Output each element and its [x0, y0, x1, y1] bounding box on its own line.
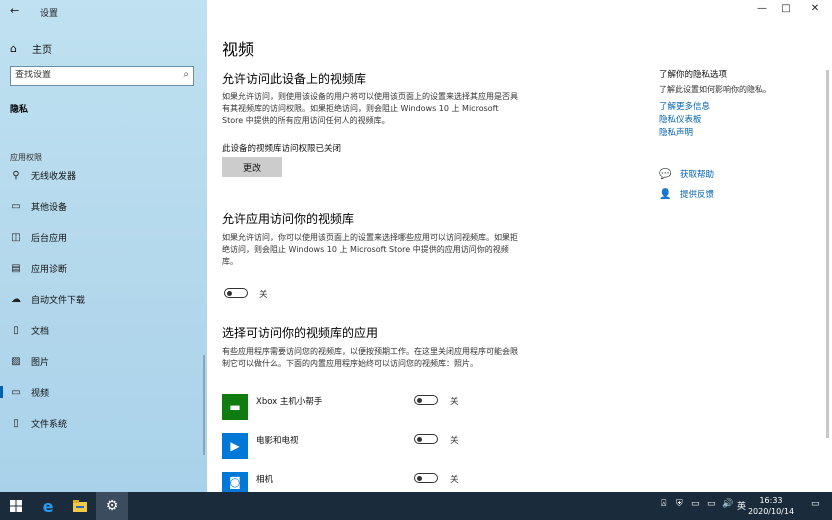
home-icon: ⌂ [10, 41, 17, 55]
file-system-icon: ▯ [13, 417, 19, 429]
sidebar-item-pictures[interactable]: ▨ 图片 [0, 351, 207, 371]
feedback-icon: 👤 [659, 188, 672, 200]
get-help-link[interactable]: 💬 获取帮助 [659, 168, 715, 181]
toggle-knob [417, 397, 422, 403]
change-button[interactable]: 更改 [222, 157, 282, 177]
sidebar-item-documents[interactable]: ▯ 文档 [0, 320, 207, 340]
sidebar-item-label: 无线收发器 [31, 171, 77, 182]
sidebar-item-videos[interactable]: ▭ 视频 [0, 382, 207, 402]
toggle-knob [417, 475, 422, 481]
search-icon[interactable]: ⌕ [183, 69, 189, 80]
get-help-label: 获取帮助 [680, 170, 715, 180]
section1-description: 如果允许访问，则使用该设备的用户将可以使用该页面上的设置来选择其应用是否具有其视… [222, 92, 518, 125]
devices-icon: ▭ [11, 200, 21, 212]
picture-icon: ▨ [11, 355, 21, 367]
battery-icon[interactable]: ▭ [691, 499, 700, 509]
movies-tv-toggle[interactable] [414, 434, 438, 444]
movies-tv-icon: ▶ [222, 433, 248, 459]
app-name-xbox: Xbox 主机小帮手 [256, 397, 323, 407]
sidebar-item-label: 其他设备 [31, 202, 68, 213]
allow-apps-toggle[interactable] [224, 288, 248, 298]
section3-description: 有些应用程序需要访问您的视频库，以便按预期工作。在这里关闭应用程序可能会限制它可… [222, 347, 518, 368]
privacy-options-title: 了解你的隐私选项 [659, 70, 728, 80]
close-button[interactable]: ✕ [800, 3, 830, 14]
section1-heading: 允许访问此设备上的视频库 [222, 72, 367, 86]
xbox-toggle-label: 关 [450, 397, 459, 407]
back-arrow-icon[interactable]: ← [10, 4, 19, 17]
content-scrollbar[interactable] [826, 70, 829, 438]
camera-toggle-label: 关 [450, 475, 459, 485]
app-name-movies-tv: 电影和电视 [256, 436, 299, 446]
maximize-button[interactable]: □ [771, 3, 801, 14]
feedback-link[interactable]: 👤 提供反馈 [659, 188, 715, 201]
video-icon: ▭ [11, 386, 21, 398]
edge-icon[interactable]: e [32, 492, 64, 520]
sidebar-item-app-diagnostics[interactable]: ▤ 应用诊断 [0, 258, 207, 278]
settings-gear-icon[interactable]: ⚙ [96, 492, 128, 520]
movies-tv-toggle-label: 关 [450, 436, 459, 446]
sidebar: ← 设置 ⌂ 主页 ⌕ 隐私 应用权限 ⚲ 无线收发器 ▭ 其他设备 ◫ 后台应… [0, 0, 207, 492]
diagnostics-icon: ▤ [11, 262, 21, 274]
group-label: 应用权限 [10, 153, 42, 162]
search-input[interactable] [15, 70, 175, 80]
section2-description: 如果允许访问，你可以使用该页面上的设置来选择哪些应用可以访问视频库。如果拒绝访问… [222, 233, 518, 266]
start-icon[interactable] [0, 492, 32, 520]
sidebar-item-label: 后台应用 [31, 233, 68, 244]
sidebar-item-label: 文档 [31, 326, 50, 337]
privacy-dashboard-link[interactable]: 隐私仪表板 [659, 113, 702, 125]
file-explorer-icon[interactable] [64, 492, 96, 520]
clock[interactable]: 16:33 2020/10/14 [746, 495, 796, 517]
sidebar-item-label: 文件系统 [31, 419, 68, 430]
home-nav-item[interactable]: ⌂ 主页 [10, 40, 52, 56]
background-apps-icon: ◫ [11, 231, 21, 243]
ime-indicator[interactable]: 英 [737, 499, 746, 512]
allow-apps-toggle-label: 关 [259, 290, 268, 300]
network-icon[interactable]: ▭ [707, 499, 716, 509]
section3-heading: 选择可访问你的视频库的应用 [222, 326, 379, 340]
section2-heading: 允许应用访问你的视频库 [222, 212, 355, 226]
toggle-knob [227, 290, 232, 296]
sidebar-item-label: 应用诊断 [31, 264, 68, 275]
help-chat-icon: 💬 [659, 168, 672, 180]
sidebar-item-label: 视频 [31, 388, 50, 399]
people-icon[interactable]: ⍓ [661, 499, 666, 509]
search-box[interactable]: ⌕ [10, 66, 194, 86]
camera-icon: ◙ [222, 472, 248, 492]
taskbar: e ⚙ ⍓ ⛨ ▭ ▭ 🔊 英 16:33 2020/10/14 ▭ [0, 492, 832, 520]
sidebar-item-background-apps[interactable]: ◫ 后台应用 [0, 227, 207, 247]
learn-more-link[interactable]: 了解更多信息 [659, 100, 710, 112]
sidebar-item-radios[interactable]: ⚲ 无线收发器 [0, 165, 207, 185]
access-status-text: 此设备的视频库访问权限已关闭 [222, 144, 342, 154]
section-title: 隐私 [10, 105, 29, 115]
sidebar-item-other-devices[interactable]: ▭ 其他设备 [0, 196, 207, 216]
clock-date: 2020/10/14 [747, 507, 795, 516]
feedback-label: 提供反馈 [680, 190, 715, 200]
cloud-icon: ☁ [11, 293, 21, 305]
xbox-icon: ▬ [222, 394, 248, 420]
sidebar-item-file-system[interactable]: ▯ 文件系统 [0, 413, 207, 433]
window-title: 设置 [40, 9, 59, 19]
defender-shield-icon[interactable]: ⛨ [676, 499, 683, 509]
privacy-statement-link[interactable]: 隐私声明 [659, 126, 693, 138]
camera-toggle[interactable] [414, 473, 438, 483]
window-title-bar: ← 设置 [0, 0, 207, 22]
volume-icon[interactable]: 🔊 [722, 499, 733, 509]
sidebar-item-label: 图片 [31, 357, 50, 368]
page-title: 视频 [222, 40, 255, 59]
home-label: 主页 [32, 44, 52, 56]
privacy-options-subtitle: 了解此设置如何影响你的隐私。 [659, 85, 771, 94]
document-icon: ▯ [13, 324, 19, 336]
xbox-toggle[interactable] [414, 395, 438, 405]
radio-icon: ⚲ [12, 169, 20, 181]
toggle-knob [417, 436, 422, 442]
notification-icon[interactable]: ▭ [811, 499, 820, 509]
clock-time: 16:33 [759, 496, 783, 505]
app-name-camera: 相机 [256, 475, 274, 485]
sidebar-scrollbar[interactable] [203, 355, 205, 455]
sidebar-item-auto-downloads[interactable]: ☁ 自动文件下载 [0, 289, 207, 309]
sidebar-item-label: 自动文件下载 [31, 295, 86, 306]
